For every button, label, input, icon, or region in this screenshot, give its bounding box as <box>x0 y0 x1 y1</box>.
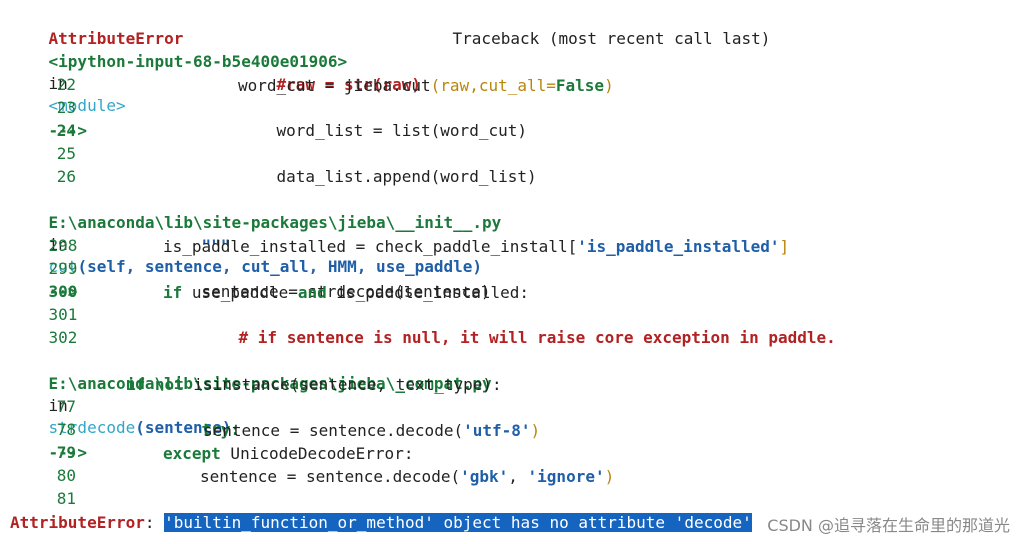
footer-error-line: AttributeError: 'builtin_function_or_met… <box>10 512 752 534</box>
frame2-code-298: """ <box>201 236 231 255</box>
frame3-lineno-78: 78 <box>56 420 76 439</box>
frame1-code-24: word_list = list(word_cut) <box>276 121 527 140</box>
frame3-lineno-79: 79 <box>56 443 76 462</box>
frame1-header: <ipython-input-68-b5e400e01906> in <modu… <box>10 29 348 115</box>
frame2-path: E:\anaconda\lib\site-packages\jieba\__in… <box>48 213 502 232</box>
frame2-header: E:\anaconda\lib\site-packages\jieba\__in… <box>10 190 502 276</box>
frame3-code-81: sentence = sentence.decode('gbk', 'ignor… <box>200 467 615 486</box>
frame1-lineno-26: 26 <box>56 167 76 186</box>
frame1-code-25 <box>238 121 277 143</box>
frame1-lineno-24: 24 <box>56 121 76 140</box>
footer-colon: : <box>144 513 155 532</box>
traceback-title: Traceback (most recent call last) <box>414 6 771 48</box>
csdn-watermark: CSDN @追寻落在生命里的那道光 <box>767 516 1010 535</box>
frame2-code-302: # if sentence is null, it will raise cor… <box>238 328 836 347</box>
frame3-lineno-80: 80 <box>56 466 76 485</box>
frame3-header: E:\anaconda\lib\site-packages\jieba\_com… <box>10 351 492 437</box>
header-line: AttributeError <box>10 6 184 48</box>
traceback-output: AttributeError Traceback (most recent ca… <box>0 0 1018 544</box>
frame1-code-23: word_cut = jieba.cut(raw,cut_all=False) <box>238 76 614 95</box>
frame3-code-80: except UnicodeDecodeError: <box>163 444 414 463</box>
frame1-lineno-25: 25 <box>56 144 76 163</box>
frame2-lineno-301: 301 <box>48 305 78 324</box>
frame2-code-299: is_paddle_installed = check_paddle_insta… <box>163 237 790 256</box>
frame2-lineno-299: 299 <box>48 259 78 278</box>
footer-error-type: AttributeError <box>10 513 145 532</box>
frame3-code-78: try: <box>201 420 241 439</box>
traceback-title-text: Traceback (most recent call last) <box>452 29 771 48</box>
frame1-lineno-23: 23 <box>56 98 76 117</box>
frame1-code-26: data_list.append(word_list) <box>276 167 537 186</box>
error-message-selected[interactable]: 'builtin_function_or_method' object has … <box>164 513 752 532</box>
frame2-lineno-300: 300 <box>48 282 78 301</box>
frame2-lineno-298: 298 <box>48 236 78 255</box>
frame1-lineno-22: 22 <box>56 75 76 94</box>
frame2-code-300: sentence = strdecode(sentence) <box>201 282 491 301</box>
frame3-lineno-77: 77 <box>56 397 76 416</box>
frame1-code-22: #raw = str(raw) <box>276 75 422 94</box>
frame3-code-77: if not isinstance(sentence, text_type): <box>126 375 502 394</box>
frame2-code-301: if use_paddle and is_paddle_installed: <box>163 283 530 302</box>
frame3-lineno-81: 81 <box>56 489 76 508</box>
frame3-code-79: sentence = sentence.decode('utf-8') <box>203 421 541 440</box>
frame2-lineno-302: 302 <box>48 328 78 347</box>
